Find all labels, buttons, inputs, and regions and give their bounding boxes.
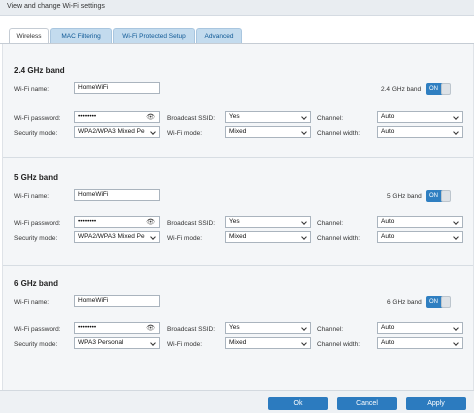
broadcast-ssid-label: Broadcast SSID: [167,326,216,333]
channel-width-select[interactable]: Auto [377,231,463,243]
cancel-button[interactable]: Cancel [337,397,397,410]
channel-select[interactable]: Auto [377,216,463,228]
channel-label: Channel: [317,326,344,333]
wifi-name-label: Wi-Fi name: [14,86,50,93]
channel-width-select[interactable]: Auto [377,126,463,138]
wifi-password-label: Wi-Fi password: [14,220,61,227]
wifi-password-input[interactable]: •••••••• 👁 [74,322,160,334]
security-mode-label: Security mode: [14,235,58,242]
band-toggle-label: 5 GHz band [387,193,422,200]
broadcast-ssid-label: Broadcast SSID: [167,115,216,122]
channel-width-select[interactable]: Auto [377,337,463,349]
band-toggle-label: 2.4 GHz band [381,86,422,93]
band-title: 5 GHz band [14,173,59,182]
band-section-5ghz: 5 GHz band Wi-Fi name: HomeWiFi 5 GHz ba… [3,173,473,273]
button-bar: Ok Cancel Apply [0,390,474,413]
band-toggle[interactable]: ON [426,190,451,202]
ok-button[interactable]: Ok [268,397,328,410]
wifi-password-label: Wi-Fi password: [14,115,61,122]
channel-select[interactable]: Auto [377,111,463,123]
wifi-mode-select[interactable]: Mixed [225,126,311,138]
password-value: •••••••• [78,218,97,225]
band-toggle-label: 6 GHz band [387,299,422,306]
channel-width-label: Channel width: [317,235,360,242]
tab-mac-filtering[interactable]: MAC Filtering [50,28,112,44]
wifi-mode-label: Wi-Fi mode: [167,235,203,242]
section-divider [3,157,473,158]
security-mode-select[interactable]: WPA3 Personal [74,337,160,349]
wifi-mode-select[interactable]: Mixed [225,231,311,243]
band-title: 2.4 GHz band [14,66,65,75]
wifi-name-input[interactable]: HomeWiFi [74,295,160,307]
wifi-name-label: Wi-Fi name: [14,193,50,200]
title-bar: View and change Wi-Fi settings [0,0,474,16]
wifi-password-input[interactable]: •••••••• 👁 [74,111,160,123]
tab-wifi-protected-setup[interactable]: Wi-Fi Protected Setup [113,28,195,44]
wifi-mode-label: Wi-Fi mode: [167,341,203,348]
channel-width-label: Channel width: [317,130,360,137]
tab-advanced[interactable]: Advanced [196,28,242,44]
eye-icon[interactable]: 👁 [146,325,155,332]
password-value: •••••••• [78,324,97,331]
broadcast-ssid-select[interactable]: Yes [225,322,311,334]
band-toggle[interactable]: ON [426,296,451,308]
broadcast-ssid-label: Broadcast SSID: [167,220,216,227]
security-mode-select[interactable]: WPA2/WPA3 Mixed Pe [74,126,160,138]
password-value: •••••••• [78,113,97,120]
wireless-panel: 2.4 GHz band Wi-Fi name: HomeWiFi 2.4 GH… [2,44,474,390]
security-mode-select[interactable]: WPA2/WPA3 Mixed Pe [74,231,160,243]
broadcast-ssid-select[interactable]: Yes [225,216,311,228]
channel-label: Channel: [317,115,344,122]
band-section-6ghz: 6 GHz band Wi-Fi name: HomeWiFi 6 GHz ba… [3,279,473,379]
apply-button[interactable]: Apply [406,397,466,410]
wifi-password-input[interactable]: •••••••• 👁 [74,216,160,228]
page-title: View and change Wi-Fi settings [7,3,105,10]
wifi-mode-select[interactable]: Mixed [225,337,311,349]
wifi-name-input[interactable]: HomeWiFi [74,189,160,201]
channel-label: Channel: [317,220,344,227]
broadcast-ssid-select[interactable]: Yes [225,111,311,123]
security-mode-label: Security mode: [14,130,58,137]
wifi-mode-label: Wi-Fi mode: [167,130,203,137]
security-mode-label: Security mode: [14,341,58,348]
tab-bar: Wireless MAC Filtering Wi-Fi Protected S… [0,28,474,45]
wifi-name-label: Wi-Fi name: [14,299,50,306]
channel-select[interactable]: Auto [377,322,463,334]
wifi-name-input[interactable]: HomeWiFi [74,82,160,94]
band-section-2-4ghz: 2.4 GHz band Wi-Fi name: HomeWiFi 2.4 GH… [3,66,473,166]
eye-icon[interactable]: 👁 [146,114,155,121]
section-divider [3,265,473,266]
eye-icon[interactable]: 👁 [146,219,155,226]
band-toggle[interactable]: ON [426,83,451,95]
wifi-password-label: Wi-Fi password: [14,326,61,333]
band-title: 6 GHz band [14,279,59,288]
channel-width-label: Channel width: [317,341,360,348]
